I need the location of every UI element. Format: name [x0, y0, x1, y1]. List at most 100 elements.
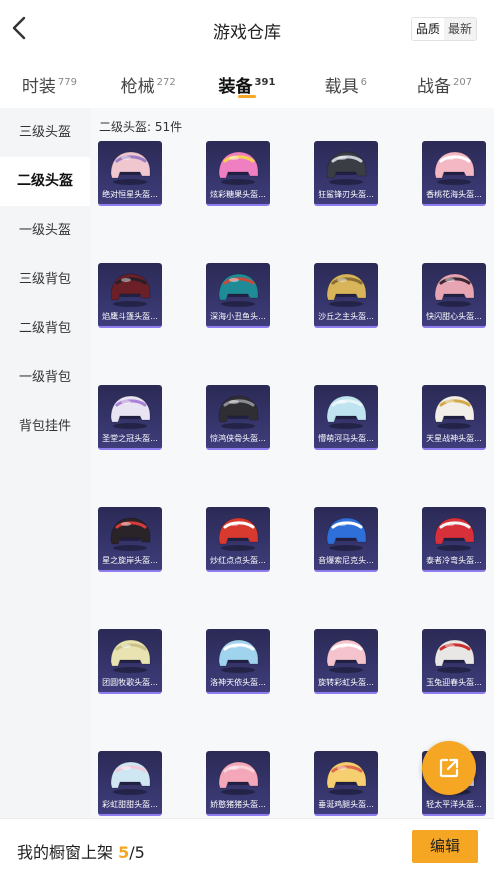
helmet-icon — [434, 517, 475, 551]
sidebar: 三级头盔 二级头盔 一级头盔 三级背包 二级背包 一级背包 背包挂件 — [0, 108, 90, 818]
helmet-icon — [110, 639, 151, 673]
tab-label: 时装 — [21, 77, 56, 97]
tab-label: 装备 — [218, 77, 253, 97]
item-panel: 二级头盔: 51件 绝对恒星头盔... 炫彩糖果头盔... 狂鲨锋刃头盔... 香桃花… — [90, 108, 494, 818]
item-name: 焰鹰斗篷头盔... — [102, 312, 158, 321]
item-name: 香桃花海头盔... — [426, 190, 482, 199]
item-card[interactable]: 旋转彩虹头盔... — [314, 629, 378, 694]
item-name: 轻太平洋头盔... — [426, 800, 482, 809]
helmet-icon — [218, 273, 259, 307]
showcase-status: 我的橱窗上架 5/5 — [17, 839, 145, 863]
active-tab-indicator — [237, 95, 256, 98]
tab-count: 779 — [57, 77, 77, 88]
tab-count: 272 — [156, 77, 176, 88]
item-card[interactable]: 星之旋岸头盔... — [98, 507, 162, 572]
item-name: 音爆索尼克头... — [318, 556, 374, 565]
share-button[interactable] — [422, 741, 476, 795]
item-name: 懵萌河马头盔... — [318, 434, 374, 443]
item-name: 星之旋岸头盔... — [102, 556, 158, 565]
sort-option-newest[interactable]: 最新 — [444, 18, 476, 40]
item-name: 娇憨猪猪头盔... — [210, 800, 266, 809]
item-card[interactable]: 泰者冷弯头盔... — [422, 507, 486, 572]
tab-count: 207 — [453, 77, 473, 88]
sort-toggle: 品质 最新 — [410, 17, 477, 41]
sidebar-item-level2-helmet[interactable]: 二级头盔 — [0, 157, 90, 206]
item-grid: 绝对恒星头盔... 炫彩糖果头盔... 狂鲨锋刃头盔... 香桃花海头盔... 焰鹰斗篷… — [98, 141, 494, 816]
item-name: 炫彩糖果头盔... — [210, 190, 266, 199]
helmet-icon — [434, 395, 475, 429]
item-name: 泰者冷弯头盔... — [426, 556, 482, 565]
item-name: 绝对恒星头盔... — [102, 190, 158, 199]
item-card[interactable]: 狂鲨锋刃头盔... — [314, 141, 378, 206]
helmet-icon — [434, 273, 475, 307]
item-card[interactable]: 惊鸿侠骨头盔... — [206, 385, 270, 450]
item-card[interactable]: 懵萌河马头盔... — [314, 385, 378, 450]
tab-guns[interactable]: 枪械 272 — [99, 58, 198, 108]
item-name: 天星战神头盔... — [426, 434, 482, 443]
item-card[interactable]: 垂涎鸡腿头盔... — [314, 751, 378, 816]
item-name: 快闪甜心头盔... — [426, 312, 482, 321]
item-name: 团圆牧歌头盔... — [102, 678, 158, 687]
helmet-icon — [326, 639, 367, 673]
item-card[interactable]: 圣堂之冠头盔... — [98, 385, 162, 450]
item-name: 沙丘之主头盔... — [318, 312, 374, 321]
item-card[interactable]: 彩虹甜甜头盔... — [98, 751, 162, 816]
item-name: 垂涎鸡腿头盔... — [318, 800, 374, 809]
helmet-icon — [218, 517, 259, 551]
showcase-label: 我的橱窗上架 — [17, 843, 114, 862]
item-card[interactable]: 天星战神头盔... — [422, 385, 486, 450]
helmet-icon — [434, 151, 475, 185]
tab-count: 391 — [254, 77, 276, 88]
item-card[interactable]: 香桃花海头盔... — [422, 141, 486, 206]
sidebar-item-backpack-charm[interactable]: 背包挂件 — [0, 402, 90, 451]
item-card[interactable]: 炒红点点头盔... — [206, 507, 270, 572]
helmet-icon — [326, 517, 367, 551]
item-card[interactable]: 娇憨猪猪头盔... — [206, 751, 270, 816]
item-card[interactable]: 深海小丑鱼头... — [206, 263, 270, 328]
bottom-bar: 我的橱窗上架 5/5 编辑 — [0, 818, 494, 875]
tab-vehicles[interactable]: 载具 6 — [296, 58, 395, 108]
item-card[interactable]: 炫彩糖果头盔... — [206, 141, 270, 206]
external-link-icon — [439, 758, 459, 778]
item-card[interactable]: 洛神天依头盔... — [206, 629, 270, 694]
section-label: 二级头盔: 51件 — [99, 120, 183, 134]
item-name: 圣堂之冠头盔... — [102, 434, 158, 443]
helmet-icon — [218, 639, 259, 673]
helmet-icon — [110, 517, 151, 551]
helmet-icon — [110, 273, 151, 307]
sidebar-item-level2-backpack[interactable]: 二级背包 — [0, 304, 90, 353]
tab-label: 载具 — [324, 77, 359, 97]
item-name: 旋转彩虹头盔... — [318, 678, 374, 687]
showcase-current-count: 5 — [118, 843, 130, 862]
helmet-icon — [326, 151, 367, 185]
item-card[interactable]: 绝对恒星头盔... — [98, 141, 162, 206]
tab-supplies[interactable]: 战备 207 — [395, 58, 494, 108]
item-card[interactable]: 团圆牧歌头盔... — [98, 629, 162, 694]
sidebar-item-level3-backpack[interactable]: 三级背包 — [0, 255, 90, 304]
helmet-icon — [218, 151, 259, 185]
item-card[interactable]: 沙丘之主头盔... — [314, 263, 378, 328]
item-card[interactable]: 快闪甜心头盔... — [422, 263, 486, 328]
item-name: 洛神天依头盔... — [210, 678, 266, 687]
helmet-icon — [218, 761, 259, 795]
item-name: 炒红点点头盔... — [210, 556, 266, 565]
item-name: 玉兔迎春头盔... — [426, 678, 482, 687]
sidebar-item-level1-helmet[interactable]: 一级头盔 — [0, 206, 90, 255]
helmet-icon — [326, 395, 367, 429]
item-card[interactable]: 玉兔迎春头盔... — [422, 629, 486, 694]
item-name: 深海小丑鱼头... — [210, 312, 266, 321]
helmet-icon — [434, 639, 475, 673]
item-card[interactable]: 焰鹰斗篷头盔... — [98, 263, 162, 328]
item-card[interactable]: 音爆索尼克头... — [314, 507, 378, 572]
sidebar-item-level1-backpack[interactable]: 一级背包 — [0, 353, 90, 402]
tab-fashion[interactable]: 时装 779 — [0, 58, 99, 108]
item-name: 惊鸿侠骨头盔... — [210, 434, 266, 443]
item-name: 彩虹甜甜头盔... — [102, 800, 158, 809]
sidebar-item-level3-helmet[interactable]: 三级头盔 — [0, 108, 90, 157]
helmet-icon — [110, 761, 151, 795]
edit-button[interactable]: 编辑 — [412, 830, 478, 863]
tab-equipment[interactable]: 装备 391 — [198, 58, 297, 108]
helmet-icon — [218, 395, 259, 429]
sort-option-quality[interactable]: 品质 — [411, 18, 444, 40]
helmet-icon — [110, 395, 151, 429]
